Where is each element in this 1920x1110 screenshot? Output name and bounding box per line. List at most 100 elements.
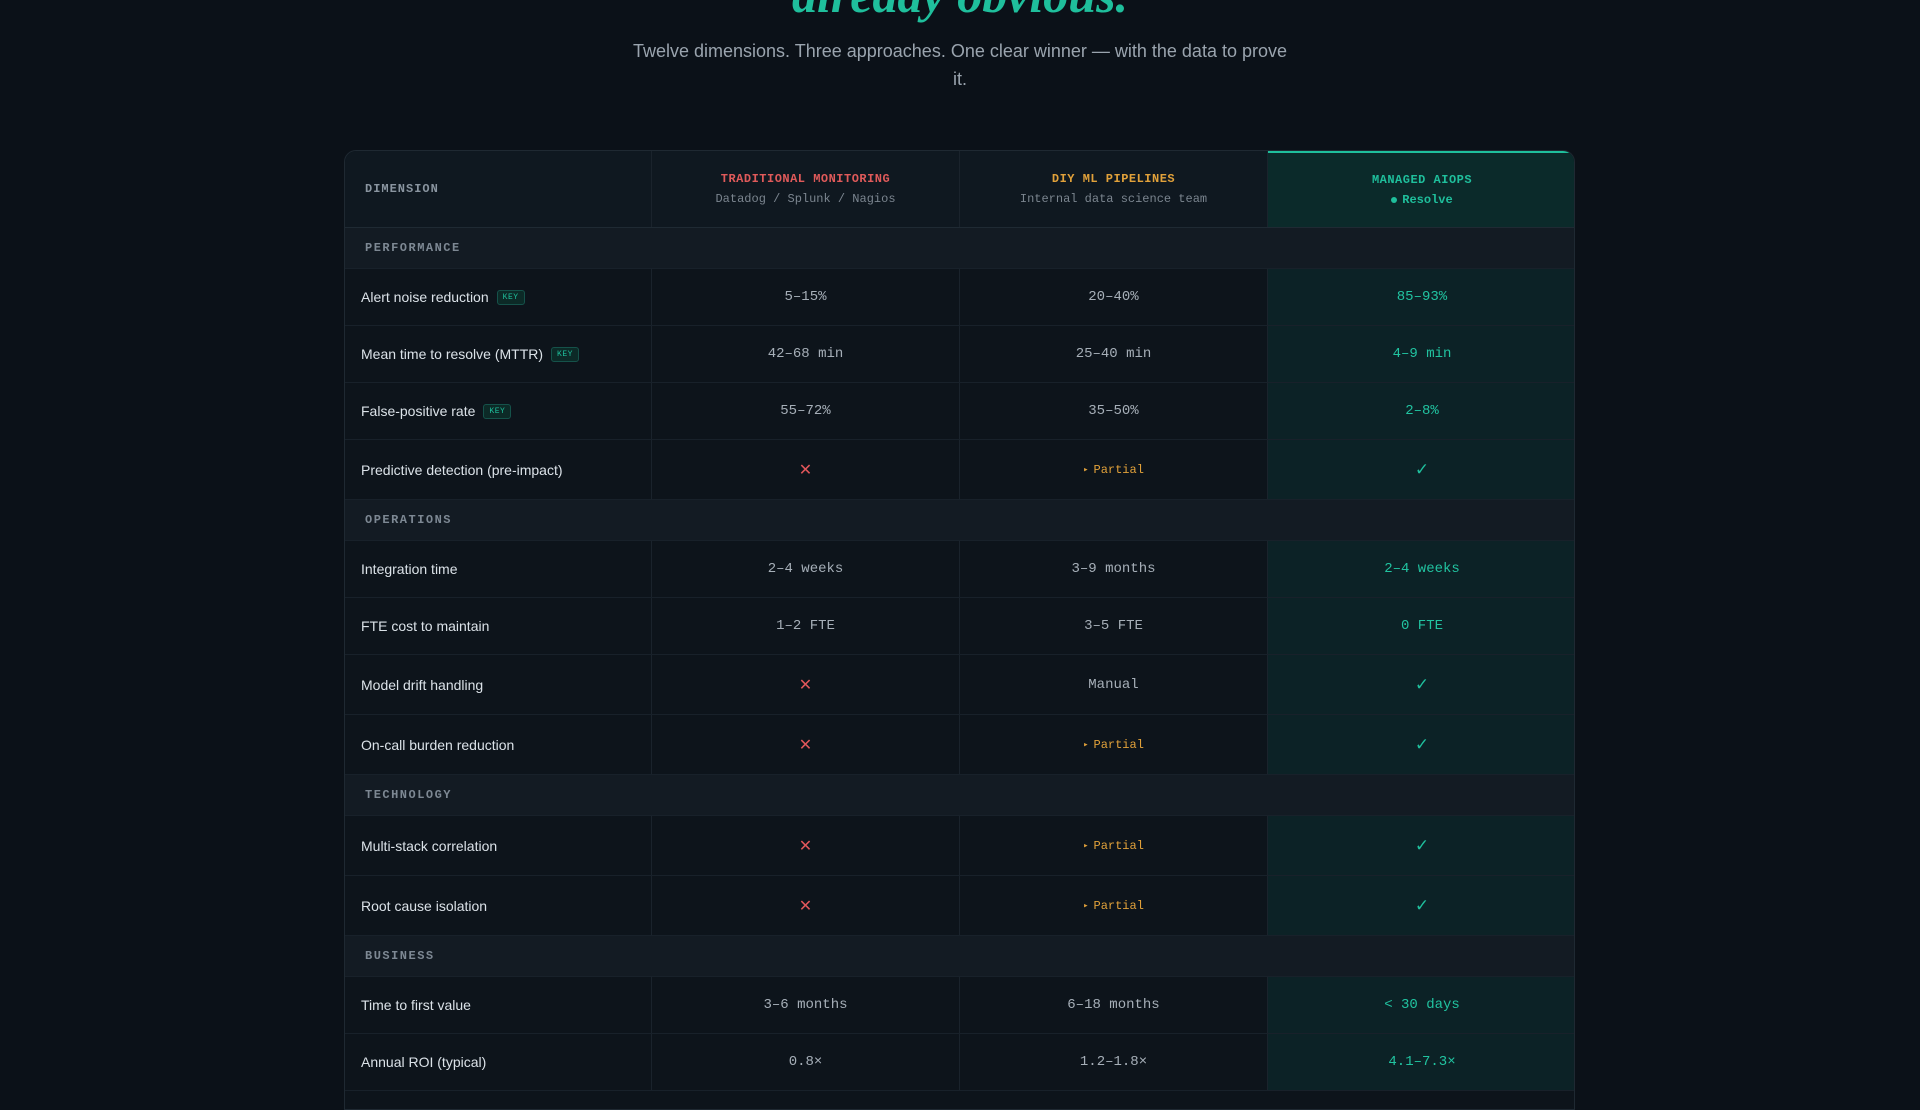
table-row: FTE cost to maintain 1–2 FTE 3–5 FTE 0 F…	[345, 598, 1574, 655]
row-label: Annual ROI (typical)	[345, 1034, 652, 1090]
partial-label: Partial	[1093, 838, 1144, 853]
cell-traditional: 2–4 weeks	[652, 541, 960, 597]
cell-traditional: 5–15%	[652, 269, 960, 325]
check-icon: ✓	[1414, 459, 1430, 480]
row-label: Model drift handling	[345, 655, 652, 714]
cross-icon: ✕	[798, 675, 813, 694]
table-row: Model drift handling ✕ Manual ✓	[345, 655, 1574, 715]
row-label: Alert noise reduction KEY	[345, 269, 652, 325]
header-managed-brand: Resolve	[1391, 193, 1453, 207]
cell-traditional: 0.8×	[652, 1034, 960, 1090]
check-icon: ✓	[1414, 674, 1430, 695]
cell-traditional: ✕	[652, 715, 960, 774]
cell-managed: ✓	[1268, 655, 1574, 714]
cell-diy: ▸ Partial	[960, 876, 1268, 935]
cell-diy: Manual	[960, 655, 1268, 714]
partial-label: Partial	[1093, 462, 1144, 477]
row-label: Multi-stack correlation	[345, 816, 652, 875]
cell-traditional: 42–68 min	[652, 326, 960, 382]
cell-managed: ✓	[1268, 876, 1574, 935]
header-dimension: DIMENSION	[345, 151, 652, 227]
partial-arrow-icon: ▸	[1083, 900, 1089, 911]
check-icon: ✓	[1414, 734, 1430, 755]
cell-traditional: 3–6 months	[652, 977, 960, 1033]
cell-managed: < 30 days	[1268, 977, 1574, 1033]
table-row: Integration time 2–4 weeks 3–9 months 2–…	[345, 541, 1574, 598]
row-label-text: Mean time to resolve (MTTR)	[361, 346, 544, 362]
cell-managed: 2–4 weeks	[1268, 541, 1574, 597]
partial-indicator: ▸ Partial	[1083, 738, 1144, 752]
header-traditional: TRADITIONAL MONITORING Datadog / Splunk …	[652, 151, 960, 227]
check-icon: ✓	[1414, 835, 1430, 856]
row-label: FTE cost to maintain	[345, 598, 652, 654]
row-label: False-positive rate KEY	[345, 383, 652, 439]
cell-managed: ✓	[1268, 440, 1574, 499]
table-row: Predictive detection (pre-impact) ✕ ▸ Par…	[345, 440, 1574, 500]
table-row: Root cause isolation ✕ ▸ Partial ✓	[345, 876, 1574, 936]
partial-indicator: ▸ Partial	[1083, 839, 1144, 853]
header-traditional-subtitle: Datadog / Splunk / Nagios	[715, 192, 896, 206]
table-row: False-positive rate KEY 55–72% 35–50% 2–…	[345, 383, 1574, 440]
cell-traditional: ✕	[652, 440, 960, 499]
partial-arrow-icon: ▸	[1083, 840, 1089, 851]
cell-traditional: ✕	[652, 816, 960, 875]
page-subtitle: Twelve dimensions. Three approaches. One…	[632, 41, 1287, 89]
cell-diy: ▸ Partial	[960, 816, 1268, 875]
section-performance: PERFORMANCE	[345, 228, 1574, 269]
row-label: Predictive detection (pre-impact)	[345, 440, 652, 499]
table-row: Time to first value 3–6 months 6–18 mont…	[345, 977, 1574, 1034]
cell-managed: 0 FTE	[1268, 598, 1574, 654]
cross-icon: ✕	[798, 836, 813, 855]
partial-arrow-icon: ▸	[1083, 464, 1089, 475]
row-label: On-call burden reduction	[345, 715, 652, 774]
cross-icon: ✕	[798, 735, 813, 754]
partial-indicator: ▸ Partial	[1083, 463, 1144, 477]
cell-managed: 85–93%	[1268, 269, 1574, 325]
section-business: BUSINESS	[345, 936, 1574, 977]
key-badge: KEY	[551, 346, 579, 362]
row-label-text: Alert noise reduction	[361, 289, 489, 305]
partial-indicator: ▸ Partial	[1083, 899, 1144, 913]
partial-arrow-icon: ▸	[1083, 739, 1089, 750]
cell-diy: ▸ Partial	[960, 715, 1268, 774]
row-label: Integration time	[345, 541, 652, 597]
cell-managed: 4–9 min	[1268, 326, 1574, 382]
partial-label: Partial	[1093, 898, 1144, 913]
row-label: Root cause isolation	[345, 876, 652, 935]
cell-diy: 20–40%	[960, 269, 1268, 325]
cell-diy: 3–9 months	[960, 541, 1268, 597]
table-row: On-call burden reduction ✕ ▸ Partial ✓	[345, 715, 1574, 775]
brand-dot-icon	[1391, 197, 1398, 203]
table-row: Alert noise reduction KEY 5–15% 20–40% 8…	[345, 269, 1574, 326]
key-badge: KEY	[496, 289, 525, 305]
section-technology: TECHNOLOGY	[345, 775, 1574, 816]
key-badge: KEY	[483, 403, 512, 419]
cell-diy: 25–40 min	[960, 326, 1268, 382]
cell-traditional: 55–72%	[652, 383, 960, 439]
cell-traditional: ✕	[652, 876, 960, 935]
table-row: Multi-stack correlation ✕ ▸ Partial ✓	[345, 816, 1574, 876]
cell-traditional: 1–2 FTE	[652, 598, 960, 654]
row-label-text: False-positive rate	[361, 403, 476, 419]
cell-diy: 3–5 FTE	[960, 598, 1268, 654]
table-header: DIMENSION TRADITIONAL MONITORING Datadog…	[345, 151, 1574, 228]
table-row: Annual ROI (typical) 0.8× 1.2–1.8× 4.1–7…	[345, 1034, 1574, 1091]
header-diy: DIY ML PIPELINES Internal data science t…	[960, 151, 1268, 227]
cross-icon: ✕	[798, 896, 813, 915]
cross-icon: ✕	[798, 460, 813, 479]
check-icon: ✓	[1414, 895, 1430, 916]
cell-managed: ✓	[1268, 715, 1574, 774]
comparison-table: DIMENSION TRADITIONAL MONITORING Datadog…	[344, 150, 1575, 1110]
row-label: Mean time to resolve (MTTR) KEY	[345, 326, 652, 382]
page-headline: already obvious.	[0, 0, 1920, 20]
brand-name: Resolve	[1402, 193, 1453, 207]
header-diy-subtitle: Internal data science team	[1019, 192, 1208, 206]
row-label: Time to first value	[345, 977, 652, 1033]
cell-diy: 6–18 months	[960, 977, 1268, 1033]
partial-label: Partial	[1093, 737, 1144, 752]
cell-managed: ✓	[1268, 816, 1574, 875]
section-operations: OPERATIONS	[345, 500, 1574, 541]
cell-diy: ▸ Partial	[960, 440, 1268, 499]
header-traditional-title: TRADITIONAL MONITORING	[720, 172, 891, 186]
cell-diy: 35–50%	[960, 383, 1268, 439]
